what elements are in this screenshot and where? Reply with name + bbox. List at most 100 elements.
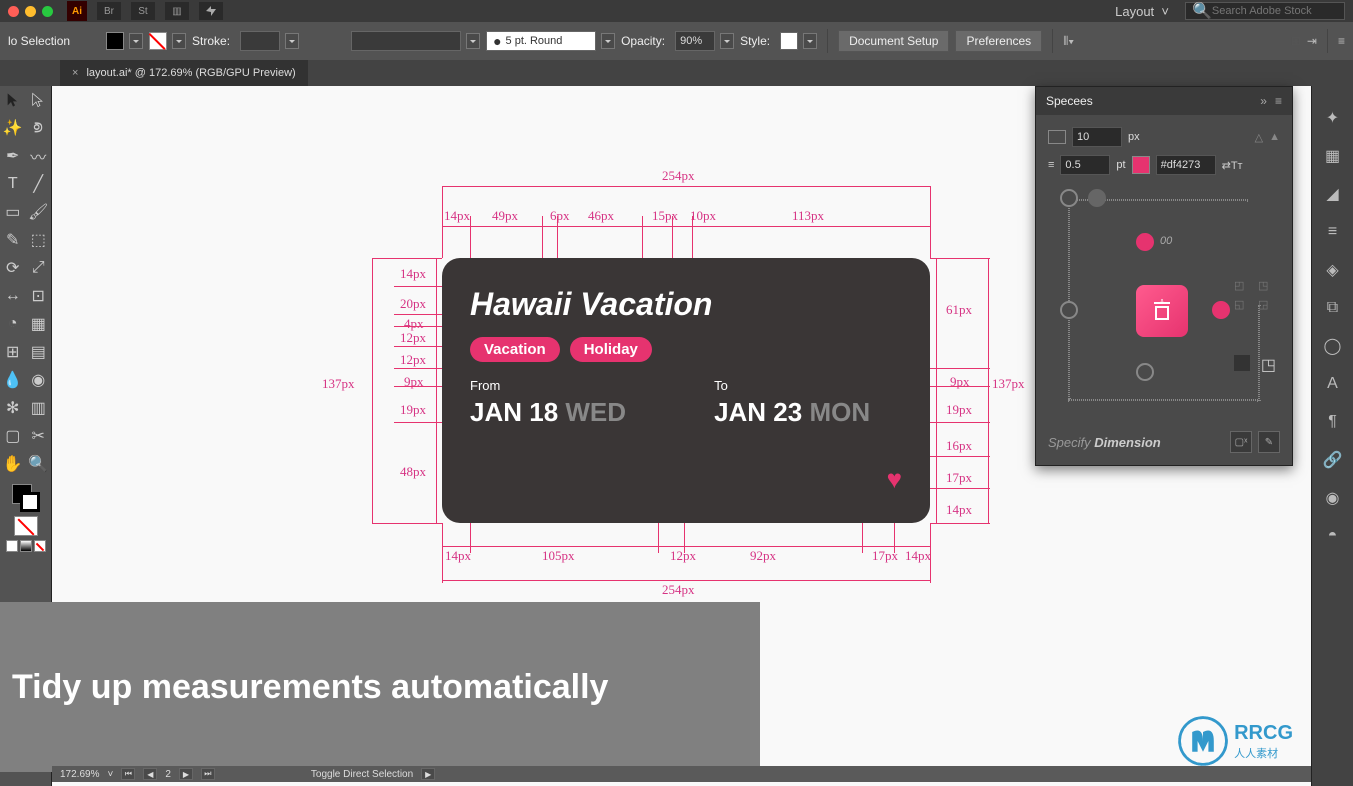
spec-node-top[interactable] xyxy=(1136,233,1154,251)
direct-selection-tool[interactable] xyxy=(26,86,52,114)
none-color[interactable] xyxy=(14,516,38,536)
fill-stroke-swap[interactable] xyxy=(12,484,40,512)
slice-tool[interactable]: ✂ xyxy=(26,422,52,450)
pen-tool[interactable]: ✒ xyxy=(0,142,26,170)
eyedropper-tool[interactable]: 💧 xyxy=(0,366,26,394)
window-zoom-button[interactable] xyxy=(42,6,53,17)
free-transform-tool[interactable]: ⊡ xyxy=(26,282,52,310)
snap-tl-icon[interactable]: ◰ xyxy=(1234,279,1252,292)
window-close-button[interactable] xyxy=(8,6,19,17)
stroke-weight-dd[interactable] xyxy=(285,33,299,49)
opacity-input[interactable] xyxy=(675,31,715,51)
hand-tool[interactable]: ✋ xyxy=(0,450,26,478)
stroke-weight-input[interactable] xyxy=(240,31,280,51)
specees-panel-header[interactable]: Specees » ≡ xyxy=(1036,87,1292,115)
first-artboard-button[interactable]: ⏮ xyxy=(121,768,135,780)
color-hex-input[interactable] xyxy=(1156,155,1216,175)
opacity-dd[interactable] xyxy=(720,33,734,49)
spec-node-tl2[interactable] xyxy=(1088,189,1106,207)
rotate-tool[interactable]: ⟳ xyxy=(0,254,26,282)
pathfinder-panel-icon[interactable]: ⧉ xyxy=(1321,296,1345,320)
snap-tr-icon[interactable]: ◳ xyxy=(1258,279,1276,292)
selection-tool[interactable] xyxy=(0,86,26,114)
stroke-dropdown[interactable] xyxy=(172,33,186,49)
next-artboard-button[interactable]: ▶ xyxy=(179,768,193,780)
paragraph-panel-icon[interactable]: ¶ xyxy=(1321,410,1345,434)
spec-node-bottom[interactable] xyxy=(1136,363,1154,381)
cc-libraries-icon[interactable]: ◯ xyxy=(1321,334,1345,358)
shaper-tool[interactable]: ✎ xyxy=(0,226,26,254)
properties-panel-icon[interactable]: ✦ xyxy=(1321,106,1345,130)
snap-br-icon[interactable]: ◲ xyxy=(1258,298,1276,311)
gradient-tool[interactable]: ▤ xyxy=(26,338,52,366)
color-swatch[interactable] xyxy=(1132,156,1150,174)
style-dd[interactable] xyxy=(803,33,817,49)
bridge-button[interactable]: Br xyxy=(97,2,121,20)
appearance-panel-icon[interactable]: ◉ xyxy=(1321,486,1345,510)
snap-bl-icon[interactable]: ◱ xyxy=(1234,298,1252,311)
color-modes[interactable] xyxy=(6,540,46,552)
arrange-documents-icon[interactable]: ▥ xyxy=(165,2,189,20)
perspective-grid-tool[interactable]: ▦ xyxy=(26,310,52,338)
design-card[interactable]: Hawaii Vacation Vacation Holiday From JA… xyxy=(442,258,930,523)
align-fill-icon[interactable] xyxy=(1234,355,1250,371)
spec-center-button[interactable]: x xyxy=(1136,285,1188,337)
tab-close-icon[interactable]: × xyxy=(72,67,78,79)
prev-artboard-button[interactable]: ◀ xyxy=(143,768,157,780)
stroke-input[interactable] xyxy=(1060,155,1110,175)
last-artboard-button[interactable]: ⏭ xyxy=(201,768,215,780)
text-format-icon[interactable]: ⇄Tᴛ xyxy=(1222,159,1243,172)
width-tool[interactable]: ↔ xyxy=(0,282,26,310)
search-adobe-stock[interactable]: 🔍 xyxy=(1185,2,1345,20)
panel-menu-icon[interactable]: ≡ xyxy=(1275,94,1282,108)
fill-swatch[interactable] xyxy=(106,32,124,50)
artboard-tool[interactable]: ▢ xyxy=(0,422,26,450)
mesh-tool[interactable]: ⊞ xyxy=(0,338,26,366)
layers-panel-icon[interactable]: ◓ xyxy=(1321,524,1345,548)
workspace-switcher[interactable]: Layout ˅ xyxy=(1105,4,1179,19)
dimension-mode-text-icon[interactable]: ✎ xyxy=(1258,431,1280,453)
isolate-icon[interactable]: ⇥ xyxy=(1307,34,1317,48)
stroke-profile-dd[interactable] xyxy=(466,33,480,49)
spec-node-right[interactable] xyxy=(1212,301,1230,319)
brushes-panel-icon[interactable]: ◢ xyxy=(1321,182,1345,206)
symbols-panel-icon[interactable]: ≡ xyxy=(1321,220,1345,244)
window-minimize-button[interactable] xyxy=(25,6,36,17)
paintbrush-tool[interactable]: 🖌 xyxy=(26,198,52,226)
dimension-mode-box-icon[interactable]: ▢ˣ xyxy=(1230,431,1252,453)
rectangle-tool[interactable]: ▭ xyxy=(0,198,26,226)
character-panel-icon[interactable]: A xyxy=(1321,372,1345,396)
preferences-button[interactable]: Preferences xyxy=(955,30,1042,52)
panel-menu-icon[interactable]: ≡ xyxy=(1338,34,1345,48)
stock-button[interactable]: St xyxy=(131,2,155,20)
brush-dd[interactable] xyxy=(601,33,615,49)
panel-collapse-icon[interactable]: » xyxy=(1260,94,1267,108)
fill-dropdown[interactable] xyxy=(129,33,143,49)
style-swatch[interactable] xyxy=(780,32,798,50)
status-mode-dd[interactable]: ▶ xyxy=(421,768,435,780)
zoom-level[interactable]: 172.69% xyxy=(60,769,99,780)
line-segment-tool[interactable]: ╱ xyxy=(26,170,52,198)
zoom-tool[interactable]: 🔍 xyxy=(26,450,52,478)
shape-builder-tool[interactable]: ◔ xyxy=(0,310,26,338)
triangle-fill-icon[interactable]: ▲ xyxy=(1269,131,1280,143)
magic-wand-tool[interactable]: ✨ xyxy=(0,114,26,142)
search-input[interactable] xyxy=(1212,5,1338,17)
eraser-tool[interactable]: ⬚ xyxy=(26,226,52,254)
align-br-icon[interactable]: ◳ xyxy=(1261,355,1276,375)
triangle-outline-icon[interactable]: △ xyxy=(1255,131,1263,144)
curvature-tool[interactable]: 〰 xyxy=(26,142,52,170)
align-icon[interactable]: ⫴▾ xyxy=(1063,34,1074,49)
spec-node-left[interactable] xyxy=(1060,301,1078,319)
document-setup-button[interactable]: Document Setup xyxy=(838,30,949,52)
zoom-dropdown-icon[interactable]: ˅ xyxy=(107,769,113,780)
type-tool[interactable]: T xyxy=(0,170,26,198)
swatches-panel-icon[interactable]: ▦ xyxy=(1321,144,1345,168)
brush-select[interactable]: ●5 pt. Round xyxy=(486,31,596,51)
column-graph-tool[interactable]: ▥ xyxy=(26,394,52,422)
spec-node-tl[interactable] xyxy=(1060,189,1078,207)
transform-icon[interactable]: ⊞ xyxy=(1291,34,1301,48)
stroke-profile-input[interactable] xyxy=(351,31,461,51)
links-panel-icon[interactable]: 🔗 xyxy=(1321,448,1345,472)
scale-tool[interactable]: ⤢ xyxy=(26,254,52,282)
